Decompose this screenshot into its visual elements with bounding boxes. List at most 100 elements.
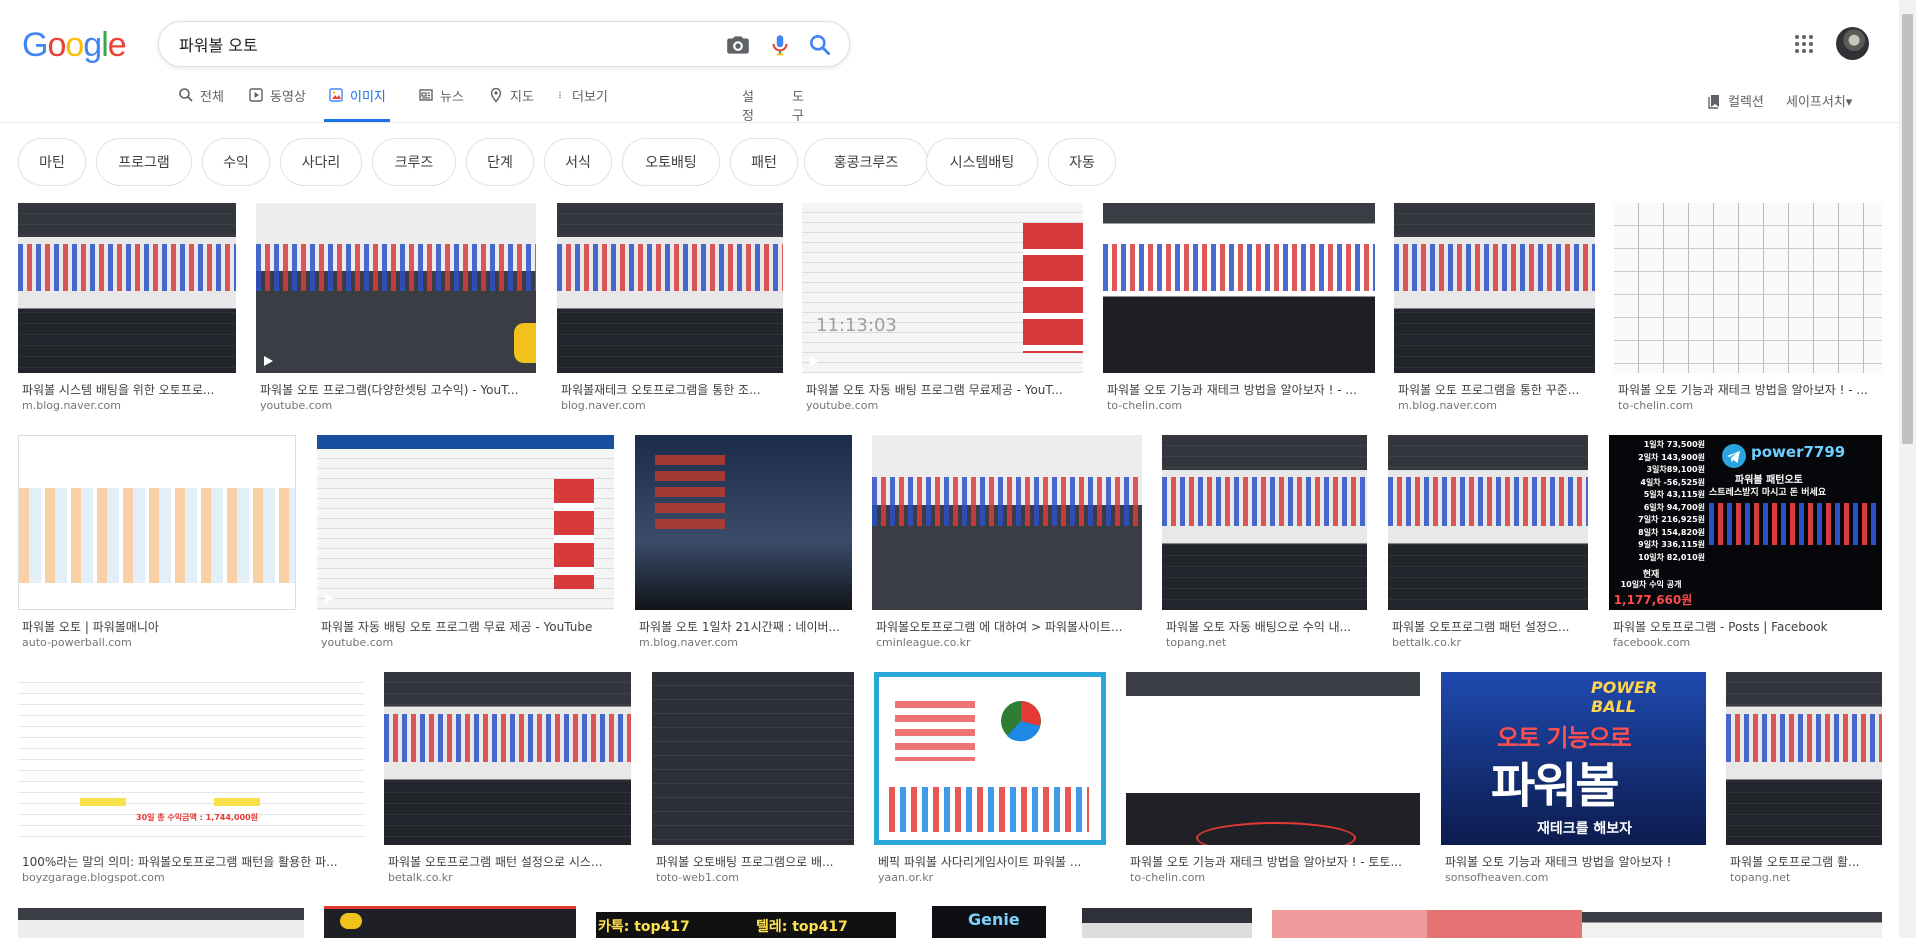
chip[interactable]: 사다리 — [280, 138, 362, 186]
avatar[interactable] — [1836, 27, 1869, 60]
chip[interactable]: 수익 — [202, 138, 270, 186]
overlay-total: 1,177,660원 — [1613, 593, 1693, 607]
result-source: to-chelin.com — [1130, 871, 1206, 884]
result-caption: 파워볼 오토 프로그램(다양한셋팅 고수익) - YouT... — [260, 383, 519, 397]
clock-overlay: 11:13:03 — [816, 315, 897, 336]
settings-link[interactable]: 설정 — [742, 86, 754, 124]
overlay-bot: 재테크를 해보자 — [1537, 821, 1633, 837]
overlay-sub1: 파워볼 패턴오토 — [1735, 475, 1803, 486]
search-box — [158, 21, 850, 67]
result-source: sonsofheaven.com — [1445, 871, 1549, 884]
result-thumbnail — [317, 435, 614, 610]
tab-video-label: 동영상 — [270, 90, 306, 105]
search-icon[interactable] — [807, 32, 833, 58]
result-thumbnail — [384, 672, 631, 845]
result-source: to-chelin.com — [1618, 399, 1694, 412]
result-caption: 100%라는 말의 의미: 파워볼오토프로그램 패턴을 활용한 파... — [22, 855, 338, 869]
result-caption: 파워볼 오토 자동 배팅으로 수익 내... — [1166, 620, 1352, 634]
result-thumbnail: power7799 파워볼 패턴오토 스트레스받지 마시고 돈 버세요 1일차 … — [1609, 435, 1882, 610]
result-caption: 베픽 파워볼 사다리게임사이트 파워볼 ... — [878, 855, 1082, 869]
tab-images[interactable]: 이미지 — [324, 86, 390, 122]
overlay-telegram: 텔레: top417 — [756, 919, 848, 935]
result-thumbnail: POWER BALL 오토 기능으로 파워볼 재테크를 해보자 — [1441, 672, 1706, 845]
result-thumbnail — [18, 203, 236, 373]
tab-video[interactable]: 동영상 — [248, 86, 306, 122]
result-thumbnail: 30일 총 수익금액 : 1,744,000원 — [18, 672, 364, 845]
result-source: auto-powerball.com — [22, 636, 132, 649]
overlay-total-label: 10일차 수익 공개 — [1620, 580, 1682, 589]
tab-more[interactable]: 더보기 — [558, 86, 608, 122]
chip[interactable]: 서식 — [544, 138, 612, 186]
tab-more-label: 더보기 — [572, 90, 608, 105]
chip[interactable]: 패턴 — [730, 138, 798, 186]
result-source: m.blog.naver.com — [639, 636, 738, 649]
search-icon — [179, 88, 193, 102]
result-source: youtube.com — [806, 399, 879, 412]
result-thumbnail — [652, 672, 854, 845]
result-caption: 파워볼 오토프로그램 패턴 설정으... — [1392, 620, 1570, 634]
result-thumbnail — [874, 672, 1106, 845]
result-caption: 파워볼 오토 기능과 재테크 방법을 알아보자 ! - 토토... — [1130, 855, 1402, 869]
play-icon — [810, 356, 819, 366]
power-ball-title: POWER BALL — [1591, 678, 1658, 716]
result-caption: 파워볼재테크 오토프로그램을 통한 조... — [561, 383, 761, 397]
overlay-lines: 1일차 73,500원 2일차 143,900원 3일차89,100원 4일차 … — [1613, 439, 1705, 564]
result-caption: 파워볼 시스템 배팅을 위한 오토프로... — [22, 383, 215, 397]
scrollbar-track[interactable] — [1899, 0, 1916, 938]
top-header: Google 전체 동영상 — [0, 0, 1916, 124]
result-thumbnail — [256, 203, 536, 373]
result-thumbnail — [1582, 912, 1882, 938]
result-caption: 파워볼 오토 | 파워볼매니아 — [22, 620, 159, 634]
result-thumbnail: 11:13:03 — [802, 203, 1083, 373]
chip[interactable]: 마틴 — [18, 138, 86, 186]
result-source: m.blog.naver.com — [1398, 399, 1497, 412]
red-buttons — [554, 479, 594, 589]
chip[interactable]: 오토배팅 — [622, 138, 720, 186]
tools-link[interactable]: 도구 — [792, 86, 804, 124]
result-thumbnail — [1614, 203, 1882, 373]
play-icon — [264, 356, 273, 366]
result-source: to-chelin.com — [1107, 399, 1183, 412]
chip[interactable]: 크루즈 — [372, 138, 456, 186]
logo-letter: e — [107, 26, 127, 64]
tab-maps[interactable]: 지도 — [488, 86, 534, 122]
result-caption: 파워볼 오토배팅 프로그램으로 배... — [656, 855, 834, 869]
microphone-icon[interactable] — [767, 32, 793, 58]
result-source: m.blog.naver.com — [22, 399, 121, 412]
tab-all[interactable]: 전체 — [178, 86, 224, 122]
result-caption: 파워볼 오토 프로그램을 통한 꾸준... — [1398, 383, 1580, 397]
result-thumbnail — [1082, 908, 1252, 938]
chip[interactable]: 자동 — [1048, 138, 1116, 186]
result-thumbnail: 카톡: top417 텔레: top417 — [596, 912, 896, 938]
google-logo[interactable]: Google — [22, 26, 127, 65]
result-thumbnail — [1272, 910, 1582, 938]
collections-link[interactable]: 컬렉션 — [1708, 91, 1764, 110]
collections-label: 컬렉션 — [1728, 95, 1764, 110]
result-caption: 파워볼오토프로그램 에 대하여 > 파워볼사이트... — [876, 620, 1123, 634]
search-input[interactable] — [179, 32, 699, 56]
chip[interactable]: 단계 — [466, 138, 534, 186]
result-thumbnail — [1162, 435, 1367, 610]
chip[interactable]: 시스템배팅 — [926, 138, 1038, 186]
highlight-cell — [214, 798, 260, 806]
overlay-big: 파워볼 — [1491, 758, 1619, 814]
result-caption: 파워볼 오토 기능과 재테크 방법을 알아보자 ! - ... — [1618, 383, 1868, 397]
more-vert-icon — [559, 91, 561, 99]
result-thumbnail — [324, 906, 576, 938]
kakao-badge — [514, 323, 536, 363]
overlay-line: 5일차 43,115원 — [1643, 490, 1705, 499]
result-source: topang.net — [1166, 636, 1227, 649]
tab-news-label: 뉴스 — [440, 90, 464, 105]
red-buttons — [655, 455, 725, 535]
result-source: youtube.com — [321, 636, 394, 649]
tab-news[interactable]: 뉴스 — [418, 86, 464, 122]
apps-grid-icon[interactable] — [1792, 32, 1816, 56]
result-caption: 파워볼 자동 배팅 오토 프로그램 무료 제공 - YouTube — [321, 620, 593, 634]
scrollbar-thumb[interactable] — [1902, 14, 1913, 444]
chip[interactable]: 홍콩크루즈 — [804, 138, 928, 186]
overlay-line: 1일차 73,500원 — [1643, 440, 1705, 449]
chip[interactable]: 프로그램 — [96, 138, 192, 186]
safesearch-dropdown[interactable]: 세이프서치▾ — [1786, 91, 1852, 110]
camera-icon[interactable] — [725, 32, 751, 58]
result-thumbnail — [872, 435, 1142, 610]
